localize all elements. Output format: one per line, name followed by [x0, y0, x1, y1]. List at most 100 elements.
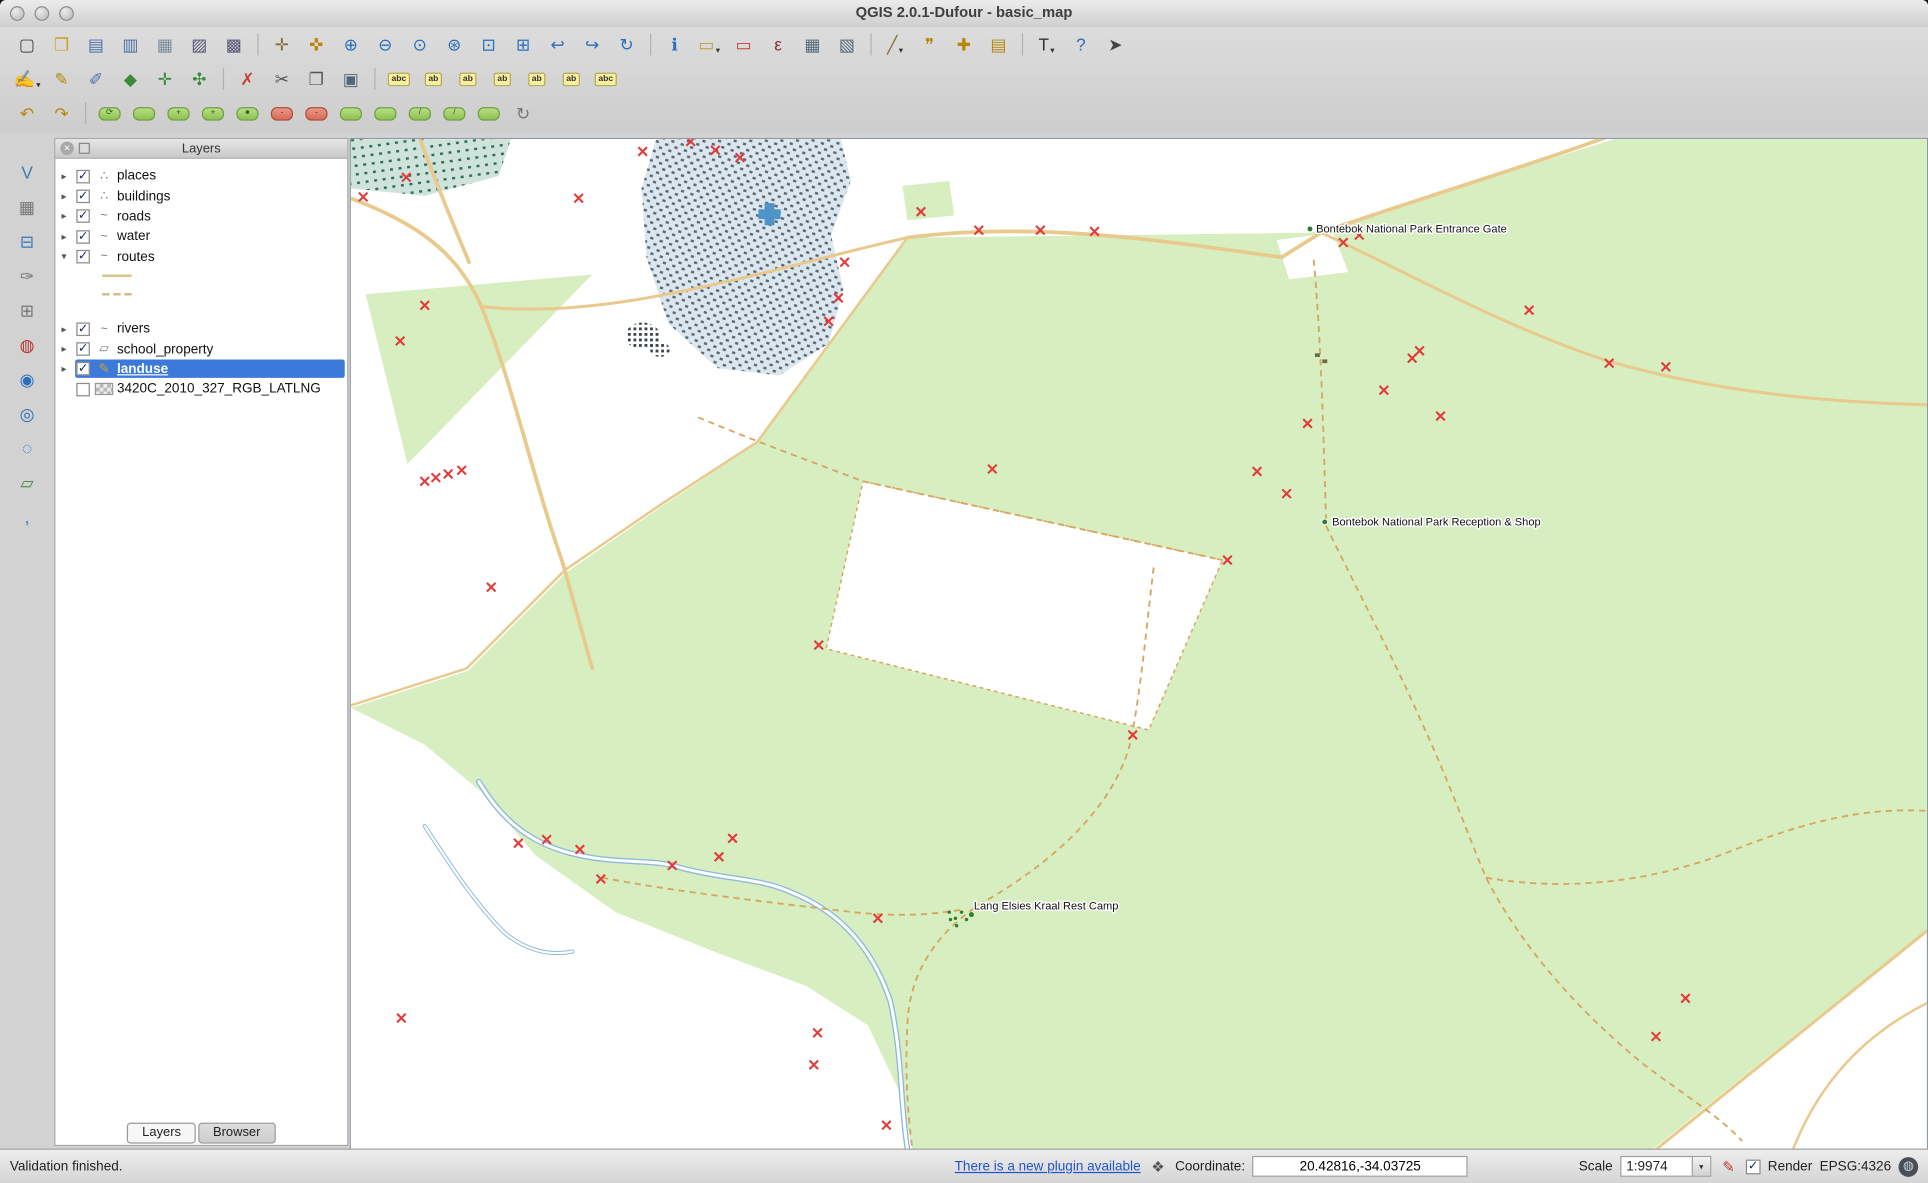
zoom-to-selection-button[interactable]: ⊡ [473, 30, 505, 60]
identify-features-button[interactable]: ℹ [659, 30, 691, 60]
expander-icon[interactable]: ▸ [62, 323, 76, 334]
chevron-down-icon[interactable]: ▾ [1691, 1157, 1710, 1176]
add-mssql-layer-button[interactable]: ⊞ [11, 295, 43, 325]
expander-icon[interactable]: ▸ [62, 343, 76, 354]
layer-item-landuse[interactable]: ▸ ✓ ✎ landuse [55, 359, 347, 379]
zoom-native-button[interactable]: ⊙ [404, 30, 436, 60]
expander-icon[interactable]: ▸ [62, 171, 76, 182]
show-hide-labels-button[interactable]: ab [486, 64, 518, 94]
layer-item-roads[interactable]: ▸ ✓ ~ roads [55, 207, 347, 227]
new-shapefile-layer-button[interactable]: ▱ [11, 468, 43, 498]
layer-checkbox[interactable]: ✓ [76, 250, 90, 264]
map-tips-button[interactable]: ❞ [914, 30, 946, 60]
expander-icon[interactable]: ▸ [62, 231, 76, 242]
highlight-pinned-labels-button[interactable]: ab [452, 64, 484, 94]
add-vector-layer-button[interactable]: V [11, 158, 43, 188]
open-project-button[interactable]: ❒ [46, 30, 78, 60]
split-parts-button[interactable]: / [438, 98, 470, 128]
zoom-to-layer-button[interactable]: ⊞ [507, 30, 539, 60]
field-calculator-button[interactable]: ε [762, 30, 794, 60]
add-postgis-layer-button[interactable]: ⊟ [11, 227, 43, 257]
pan-to-selection-button[interactable]: ✜ [300, 30, 332, 60]
tab-browser[interactable]: Browser [198, 1122, 276, 1144]
split-features-button[interactable]: / [404, 98, 436, 128]
delete-selected-button[interactable]: ✗ [231, 64, 263, 94]
layer-checkbox[interactable]: ✓ [76, 322, 90, 336]
add-feature-button[interactable]: ◆ [115, 64, 147, 94]
symbology-item[interactable] [55, 267, 347, 285]
delete-ring-button[interactable]: - [266, 98, 298, 128]
layer-item-school_property[interactable]: ▸ ✓ ▱ school_property [55, 339, 347, 359]
current-edits-button[interactable]: ✍ ▾ [11, 64, 43, 94]
text-annotation-button[interactable]: T ▾ [1031, 30, 1063, 60]
offset-curve-button[interactable] [369, 98, 401, 128]
composer-manager-button[interactable]: ▩ [218, 30, 250, 60]
move-feature-button[interactable]: ✛ [149, 64, 181, 94]
add-delimited-text-layer-button[interactable]: , [11, 502, 43, 532]
add-wfs-layer-button[interactable]: ◌ [11, 433, 43, 463]
help-button[interactable]: ? [1065, 30, 1097, 60]
zoom-in-button[interactable]: ⊕ [335, 30, 367, 60]
crs-status-icon[interactable]: ◍ [1898, 1156, 1919, 1177]
merge-features-button[interactable] [473, 98, 505, 128]
zoom-last-button[interactable]: ↩ [542, 30, 574, 60]
layer-checkbox[interactable]: ✓ [76, 169, 90, 184]
layer-item-buildings[interactable]: ▸ ✓ ∴ buildings [55, 186, 347, 206]
toggle-editing-button[interactable]: ✎ [46, 64, 78, 94]
expander-icon[interactable]: ▸ [62, 191, 76, 202]
add-spatialite-layer-button[interactable]: ✑ [11, 261, 43, 291]
layer-checkbox[interactable]: ✓ [76, 342, 90, 356]
copy-features-button[interactable]: ❐ [300, 64, 332, 94]
new-bookmark-button[interactable]: ✚ [948, 30, 980, 60]
node-tool-button[interactable]: ✣ [183, 64, 215, 94]
simplify-feature-button[interactable] [128, 98, 160, 128]
layer-labeling-options-button[interactable]: abc [383, 64, 415, 94]
layer-checkbox[interactable]: ✓ [76, 362, 90, 376]
save-project-as-button[interactable]: ▥ [115, 30, 147, 60]
symbology-item[interactable] [55, 286, 347, 304]
add-ring-button[interactable]: + [163, 98, 195, 128]
pin-labels-button[interactable]: ab [417, 64, 449, 94]
zoom-next-button[interactable]: ↪ [576, 30, 608, 60]
undo-button[interactable]: ↶ [11, 98, 43, 128]
rotate-point-symbols-button[interactable]: ↻ [507, 98, 539, 128]
expander-icon[interactable]: ▸ [62, 364, 76, 375]
scale-combo[interactable]: 1:9974 ▾ [1620, 1155, 1712, 1177]
paste-features-button[interactable]: ▣ [335, 64, 367, 94]
add-raster-layer-button[interactable]: ▦ [11, 192, 43, 222]
layer-item-rivers[interactable]: ▸ ✓ ~ rivers [55, 319, 347, 339]
pan-map-button[interactable]: ✛ [266, 30, 298, 60]
refresh-map-button[interactable]: ↻ [611, 30, 643, 60]
show-bookmarks-button[interactable]: ▤ [982, 30, 1014, 60]
reshape-features-button[interactable] [335, 98, 367, 128]
add-wcs-layer-button[interactable]: ◎ [11, 399, 43, 429]
cut-features-button[interactable]: ✂ [266, 64, 298, 94]
new-project-button[interactable]: ▢ [11, 30, 43, 60]
layer-item-places[interactable]: ▸ ✓ ∴ places [55, 166, 347, 186]
layer-checkbox[interactable]: ✓ [76, 209, 90, 224]
tab-layers[interactable]: Layers [127, 1122, 196, 1144]
coordinate-input[interactable] [1252, 1155, 1468, 1177]
expander-icon[interactable]: ▾ [62, 251, 76, 262]
stop-rendering-icon[interactable]: ✎ [1719, 1158, 1739, 1175]
expander-icon[interactable]: ▸ [62, 211, 76, 222]
plugin-link[interactable]: There is a new plugin available [955, 1159, 1141, 1174]
delete-part-button[interactable]: - [300, 98, 332, 128]
map-canvas[interactable]: Bontebok National Park Entrance Gate Bont… [349, 137, 1928, 1150]
rotate-feature-button[interactable]: ⟳ [94, 98, 126, 128]
move-label-button[interactable]: ab [521, 64, 553, 94]
layer-item-water[interactable]: ▸ ✓ ~ water [55, 227, 347, 247]
layer-checkbox[interactable]: ✓ [76, 189, 90, 204]
change-label-properties-button[interactable]: abc [590, 64, 622, 94]
new-print-composer-button[interactable]: ▨ [183, 30, 215, 60]
save-project-button[interactable]: ▤ [80, 30, 112, 60]
select-features-button[interactable]: ▭ ▾ [693, 30, 725, 60]
fill-ring-button[interactable]: ● [231, 98, 263, 128]
layer-item-routes[interactable]: ▾ ✓ ~ routes [55, 247, 347, 267]
layer-checkbox[interactable] [76, 382, 90, 397]
plugin-icon[interactable]: ❖ [1148, 1158, 1168, 1175]
redo-button[interactable]: ↷ [46, 98, 78, 128]
layer-checkbox[interactable]: ✓ [76, 230, 90, 244]
render-checkbox[interactable]: ✓ [1745, 1158, 1761, 1174]
rotate-label-button[interactable]: ab [555, 64, 587, 94]
